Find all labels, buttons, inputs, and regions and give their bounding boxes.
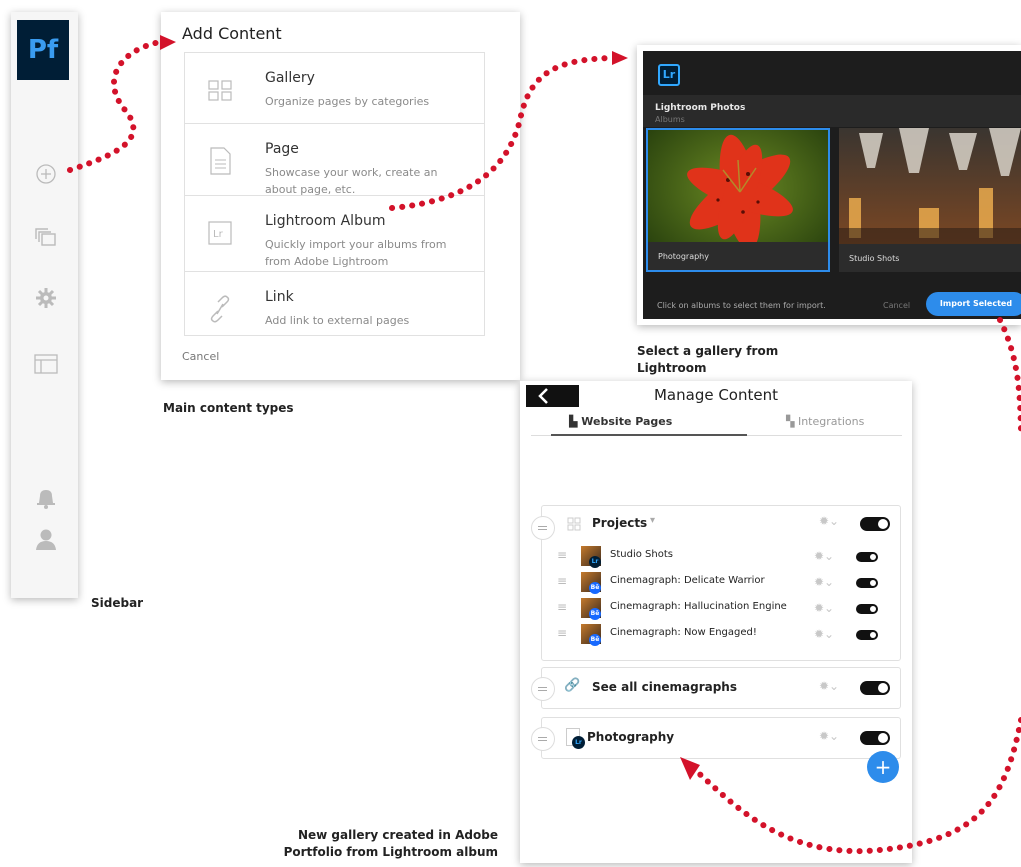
arrow-lightroom-to-manage: [997, 317, 1021, 433]
arrow-sidebar-to-add: [67, 39, 163, 173]
arrow-add-to-lightroom: [389, 55, 613, 211]
arrowhead-lightroom: [612, 51, 628, 65]
flow-arrows: [67, 35, 1021, 855]
arrowhead-add: [160, 35, 176, 50]
arrow-bottom-to-photography: [692, 717, 1021, 855]
arrowhead-photography: [680, 757, 700, 780]
